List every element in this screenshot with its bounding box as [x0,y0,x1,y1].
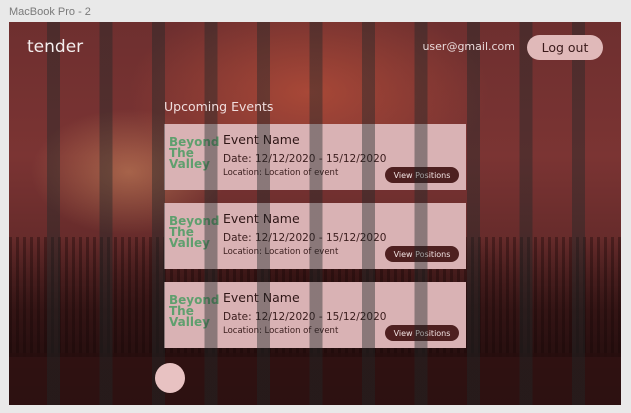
app-logo[interactable]: tender [27,37,83,57]
event-date: Date: 12/12/2020 - 15/12/2020 [223,311,387,323]
event-date: Date: 12/12/2020 - 15/12/2020 [223,232,387,244]
event-list: Beyond The Valley Event Name Date: 12/12… [164,124,466,361]
view-positions-button[interactable]: View Positions [385,167,459,183]
event-location: Location: Location of event [223,168,339,178]
event-location: Location: Location of event [223,247,339,257]
event-name: Event Name [223,290,300,305]
event-card: Beyond The Valley Event Name Date: 12/12… [164,203,466,269]
event-logo: Beyond The Valley [169,214,220,250]
section-title: Upcoming Events [164,99,274,114]
logout-button[interactable]: Log out [527,35,603,60]
event-name: Event Name [223,132,300,147]
event-card: Beyond The Valley Event Name Date: 12/12… [164,282,466,348]
app-screen: tender user@gmail.com Log out Upcoming E… [9,22,621,405]
view-positions-button[interactable]: View Positions [385,246,459,262]
event-name: Event Name [223,211,300,226]
event-date: Date: 12/12/2020 - 15/12/2020 [223,153,387,165]
event-logo: Beyond The Valley [169,135,220,171]
user-email: user@gmail.com [422,40,515,53]
event-logo: Beyond The Valley [169,293,220,329]
footer-circle[interactable] [155,363,185,393]
event-location: Location: Location of event [223,326,339,336]
view-positions-button[interactable]: View Positions [385,325,459,341]
event-card: Beyond The Valley Event Name Date: 12/12… [164,124,466,190]
artboard-label: MacBook Pro - 2 [9,6,91,18]
